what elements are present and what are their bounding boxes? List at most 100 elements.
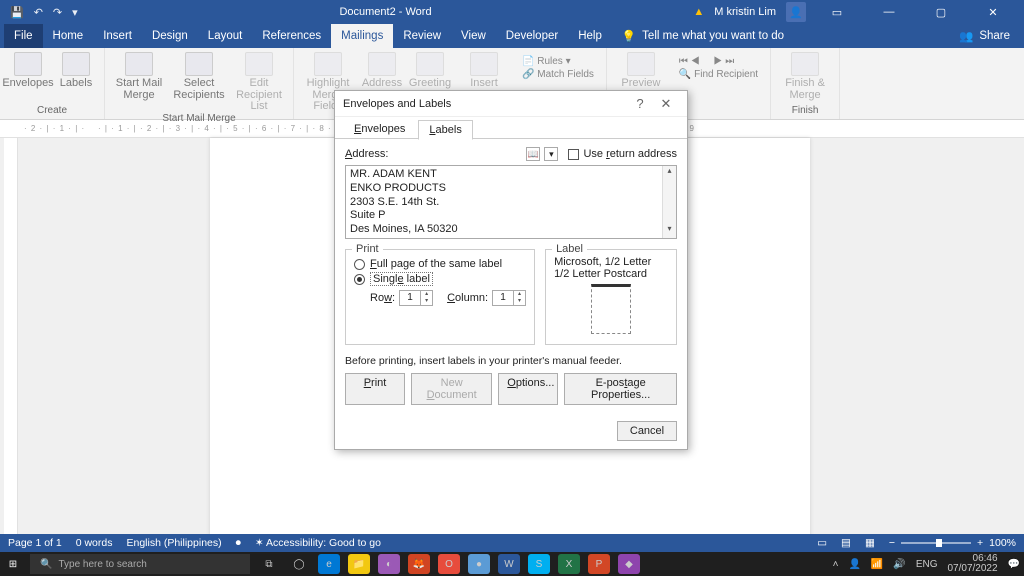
- ribbon-options-icon[interactable]: ▭: [816, 6, 858, 19]
- view-print-layout-icon[interactable]: ▤: [841, 537, 851, 549]
- share-button[interactable]: 👥 Share: [959, 29, 1020, 43]
- find-recipient-button: 🔍 Find Recipient: [679, 69, 758, 80]
- redo-icon[interactable]: ↷: [53, 6, 62, 19]
- task-view-icon[interactable]: ⧉: [258, 554, 280, 574]
- group-start-mail-merge: Start Mail Merge: [162, 113, 235, 125]
- dialog-title: Envelopes and Labels: [343, 98, 627, 110]
- network-icon[interactable]: 📶: [871, 559, 883, 570]
- tab-insert[interactable]: Insert: [93, 24, 142, 48]
- address-label: Address:: [345, 148, 526, 160]
- edit-recipient-list-button[interactable]: Edit Recipient List: [231, 52, 287, 113]
- app-icon-2[interactable]: 🦊: [408, 554, 430, 574]
- label-fieldset[interactable]: Label Microsoft, 1/2 Letter 1/2 Letter P…: [545, 249, 677, 345]
- zoom-slider[interactable]: [901, 542, 971, 544]
- address-textarea[interactable]: MR. ADAM KENT ENKO PRODUCTS 2303 S.E. 14…: [345, 165, 677, 239]
- labels-button[interactable]: Labels: [54, 52, 98, 90]
- row-label: Row:: [370, 292, 395, 304]
- window-title: Document2 - Word: [88, 6, 684, 18]
- cancel-button[interactable]: Cancel: [617, 421, 677, 441]
- undo-icon[interactable]: ↶: [34, 6, 43, 19]
- envelopes-button[interactable]: Envelopes: [6, 52, 50, 90]
- envelopes-labels-dialog: Envelopes and Labels ? ✕ Envelopes Label…: [334, 90, 688, 450]
- page-indicator[interactable]: Page 1 of 1: [8, 537, 62, 549]
- tell-me-search[interactable]: 💡 Tell me what you want to do: [612, 24, 794, 48]
- view-read-mode-icon[interactable]: ▭: [817, 537, 827, 549]
- accessibility-status[interactable]: ✶ Accessibility: Good to go: [255, 537, 381, 549]
- powerpoint-icon[interactable]: P: [588, 554, 610, 574]
- tab-help[interactable]: Help: [568, 24, 612, 48]
- ribbon-tabs: File Home Insert Design Layout Reference…: [0, 24, 1024, 48]
- tab-review[interactable]: Review: [393, 24, 451, 48]
- vertical-ruler: [4, 138, 18, 544]
- tab-home[interactable]: Home: [43, 24, 94, 48]
- cortana-icon[interactable]: ◯: [288, 554, 310, 574]
- column-label: Column:: [447, 292, 488, 304]
- tab-file[interactable]: File: [4, 24, 43, 48]
- new-document-button: New Document: [411, 373, 492, 405]
- warning-icon: ▲: [693, 6, 704, 18]
- people-icon[interactable]: 👤: [848, 559, 860, 570]
- app-icon-5[interactable]: ◆: [618, 554, 640, 574]
- finish-merge-button: Finish & Merge: [777, 52, 833, 101]
- maximize-button[interactable]: ▢: [920, 6, 962, 19]
- tab-references[interactable]: References: [252, 24, 331, 48]
- taskbar-lang[interactable]: ENG: [916, 559, 938, 570]
- excel-icon[interactable]: X: [558, 554, 580, 574]
- zoom-in-button[interactable]: +: [977, 537, 983, 549]
- save-icon[interactable]: 💾: [10, 6, 24, 19]
- word-count[interactable]: 0 words: [76, 537, 113, 549]
- tab-mailings[interactable]: Mailings: [331, 24, 393, 48]
- app-icon-3[interactable]: O: [438, 554, 460, 574]
- share-icon: 👥: [959, 29, 973, 43]
- rules-button: 📄 Rules ▾: [522, 56, 571, 67]
- qat-customize-icon[interactable]: ▾: [72, 6, 78, 19]
- app-icon-1[interactable]: ◐: [378, 554, 400, 574]
- taskbar-date[interactable]: 07/07/2022: [947, 564, 997, 575]
- address-scrollbar[interactable]: ▴ ▾: [662, 166, 676, 238]
- tab-developer[interactable]: Developer: [496, 24, 568, 48]
- select-recipients-button[interactable]: Select Recipients: [171, 52, 227, 101]
- dialog-close-button[interactable]: ✕: [653, 96, 679, 112]
- notifications-icon[interactable]: 💬: [1008, 559, 1020, 570]
- start-mail-merge-button[interactable]: Start Mail Merge: [111, 52, 167, 101]
- tab-design[interactable]: Design: [142, 24, 198, 48]
- macro-icon[interactable]: ⏺: [236, 537, 241, 550]
- dialog-help-button[interactable]: ?: [627, 96, 653, 111]
- skype-icon[interactable]: S: [528, 554, 550, 574]
- tray-chevron-icon[interactable]: ˄: [833, 559, 839, 570]
- address-dropdown-button[interactable]: ▾: [544, 147, 558, 161]
- start-button[interactable]: ⊞: [4, 555, 22, 573]
- zoom-level[interactable]: 100%: [989, 537, 1016, 549]
- volume-icon[interactable]: 🔊: [893, 559, 905, 570]
- radio-single-label[interactable]: Single label: [354, 272, 526, 286]
- user-avatar-icon[interactable]: 👤: [786, 2, 806, 22]
- language-indicator[interactable]: English (Philippines): [126, 537, 221, 549]
- tab-layout[interactable]: Layout: [198, 24, 253, 48]
- column-spinner[interactable]: 1▴▾: [492, 290, 526, 306]
- user-name: M kristin Lim: [714, 6, 776, 18]
- edge-icon[interactable]: e: [318, 554, 340, 574]
- lightbulb-icon: 💡: [622, 29, 636, 43]
- printer-note: Before printing, insert labels in your p…: [345, 355, 677, 367]
- dialog-tab-envelopes[interactable]: Envelopes: [343, 119, 416, 139]
- tab-view[interactable]: View: [451, 24, 496, 48]
- explorer-icon[interactable]: 📁: [348, 554, 370, 574]
- zoom-out-button[interactable]: −: [889, 537, 895, 549]
- status-bar: Page 1 of 1 0 words English (Philippines…: [0, 534, 1024, 552]
- title-bar: 💾 ↶ ↷ ▾ Document2 - Word ▲ M kristin Lim…: [0, 0, 1024, 24]
- close-button[interactable]: ✕: [972, 6, 1014, 19]
- label-preview-icon: [591, 284, 631, 334]
- options-button[interactable]: Options...: [498, 373, 558, 405]
- use-return-address-checkbox[interactable]: Use return address: [568, 148, 677, 160]
- address-book-button[interactable]: 📖: [526, 147, 540, 161]
- taskbar-search[interactable]: 🔍 Type here to search: [30, 554, 250, 574]
- view-web-layout-icon[interactable]: ▦: [865, 537, 875, 549]
- app-icon-4[interactable]: ●: [468, 554, 490, 574]
- minimize-button[interactable]: —: [868, 6, 910, 18]
- epostage-button[interactable]: E-postage Properties...: [564, 373, 677, 405]
- print-button[interactable]: Print: [345, 373, 405, 405]
- dialog-tab-labels[interactable]: Labels: [418, 120, 472, 140]
- row-spinner[interactable]: 1▴▾: [399, 290, 433, 306]
- radio-full-page[interactable]: Full page of the same label: [354, 258, 526, 270]
- word-icon[interactable]: W: [498, 554, 520, 574]
